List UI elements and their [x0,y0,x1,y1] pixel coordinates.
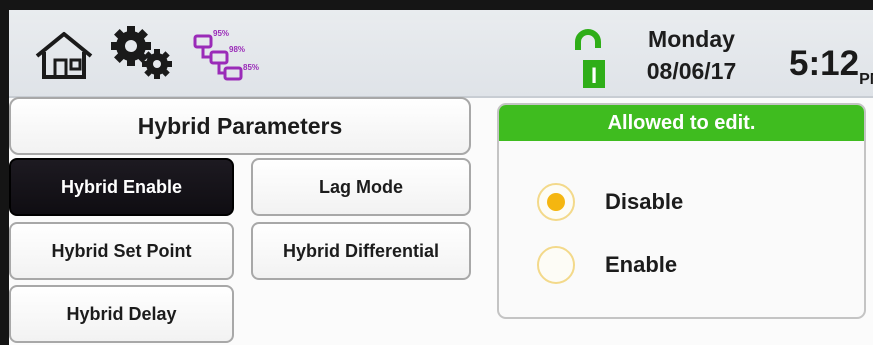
edit-status-banner: Allowed to edit. [499,105,864,141]
day-label: Monday [648,26,735,52]
option-panel: Allowed to edit. Disable Enable [497,103,866,319]
ampm-label: PM [859,71,873,88]
network-level-2: 98% [229,45,245,54]
option-enable[interactable]: Enable [537,246,677,284]
hybrid-set-point-button[interactable]: Hybrid Set Point [9,222,234,280]
time-value: 5:12 [789,44,860,83]
enable-label: Enable [605,252,678,277]
date-label: 08/06/17 [646,58,737,84]
network-status-icon[interactable]: 95% 98% 85% [191,26,281,86]
clock: 5:12PM [789,44,873,89]
enable-radio[interactable] [537,246,575,284]
unlocked-icon[interactable]: I [572,28,608,94]
network-level-3: 85% [243,63,259,72]
header-bar: 95% 98% 85% I Monday 08/06/17 5:12PM [9,10,873,98]
hybrid-enable-button[interactable]: Hybrid Enable [9,158,234,216]
option-disable[interactable]: Disable [537,183,683,221]
hybrid-delay-button[interactable]: Hybrid Delay [9,285,234,343]
lock-indicator: I [591,63,597,88]
page-title: Hybrid Parameters [9,97,471,155]
gear-icon[interactable] [107,26,183,82]
disable-radio[interactable] [537,183,575,221]
lag-mode-button[interactable]: Lag Mode [251,158,471,216]
home-icon[interactable] [33,30,95,80]
network-level-1: 95% [213,29,229,38]
disable-label: Disable [605,189,684,214]
hybrid-differential-button[interactable]: Hybrid Differential [251,222,471,280]
